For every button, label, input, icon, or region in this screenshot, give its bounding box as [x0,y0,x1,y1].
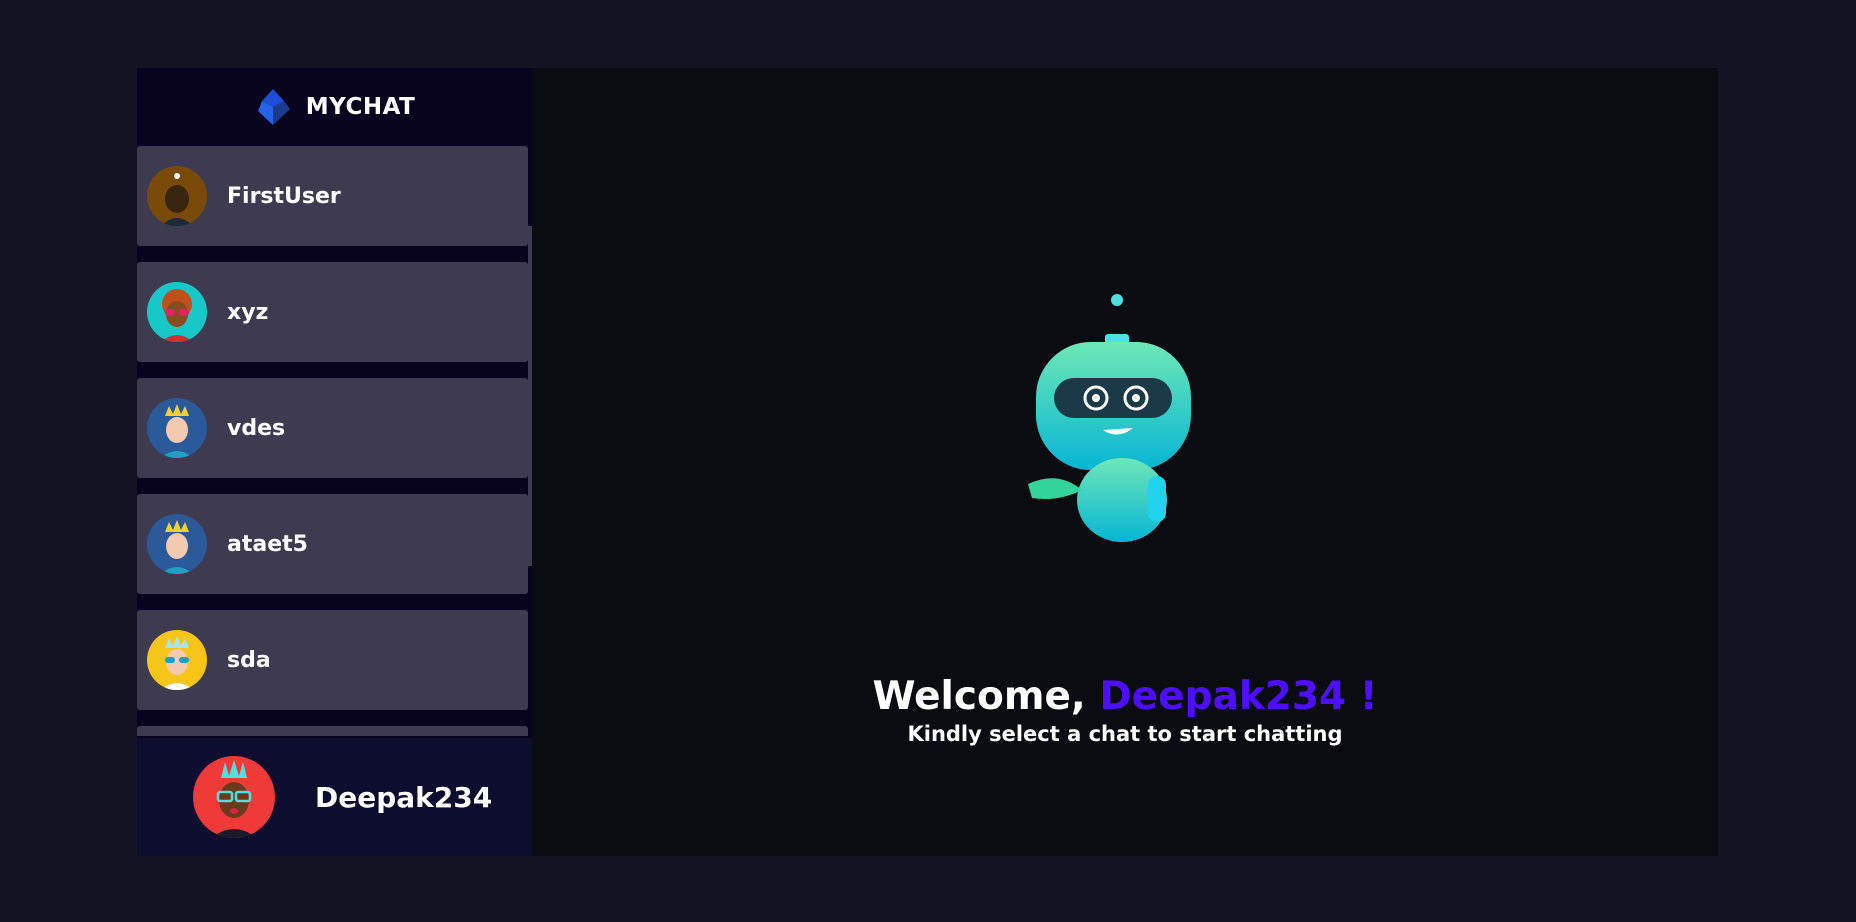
contact-item-partial[interactable] [137,726,528,736]
contact-item-xyz[interactable]: xyz [137,262,528,362]
contact-name: xyz [227,299,269,325]
avatar [147,398,207,458]
contacts-sidebar: MYCHAT FirstUser xyz vdes ataet5 sda Dee… [137,68,532,856]
avatar [147,514,207,574]
avatar [147,630,207,690]
contact-list[interactable]: FirstUser xyz vdes ataet5 sda [137,146,532,736]
robot-icon [1018,290,1203,549]
contact-item-ataet5[interactable]: ataet5 [137,494,528,594]
welcome-subtitle: Kindly select a chat to start chatting [907,722,1343,746]
welcome-panel: Welcome, Deepak234 ! Kindly select a cha… [532,68,1718,856]
contact-name: FirstUser [227,183,341,209]
avatar [147,166,207,226]
avatar [147,282,207,342]
welcome-prefix: Welcome, [872,674,1100,719]
current-user-avatar [193,756,275,838]
contact-name: vdes [227,415,286,441]
current-user-panel: Deepak234 [137,738,532,856]
welcome-message: Welcome, Deepak234 ! Kindly select a cha… [532,674,1718,746]
contact-item-vdes[interactable]: vdes [137,378,528,478]
current-user-name: Deepak234 [315,780,493,814]
brand-header: MYCHAT [137,68,532,146]
brand-name: MYCHAT [305,94,416,120]
chat-app: MYCHAT FirstUser xyz vdes ataet5 sda Dee… [137,68,1718,856]
diamond-logo-icon [254,87,292,127]
contact-name: sda [227,647,271,673]
contact-item-sda[interactable]: sda [137,610,528,710]
contact-name: ataet5 [227,531,308,557]
welcome-title: Welcome, Deepak234 ! [532,674,1718,720]
welcome-username: Deepak234 ! [1099,674,1378,719]
contact-item-firstuser[interactable]: FirstUser [137,146,528,246]
